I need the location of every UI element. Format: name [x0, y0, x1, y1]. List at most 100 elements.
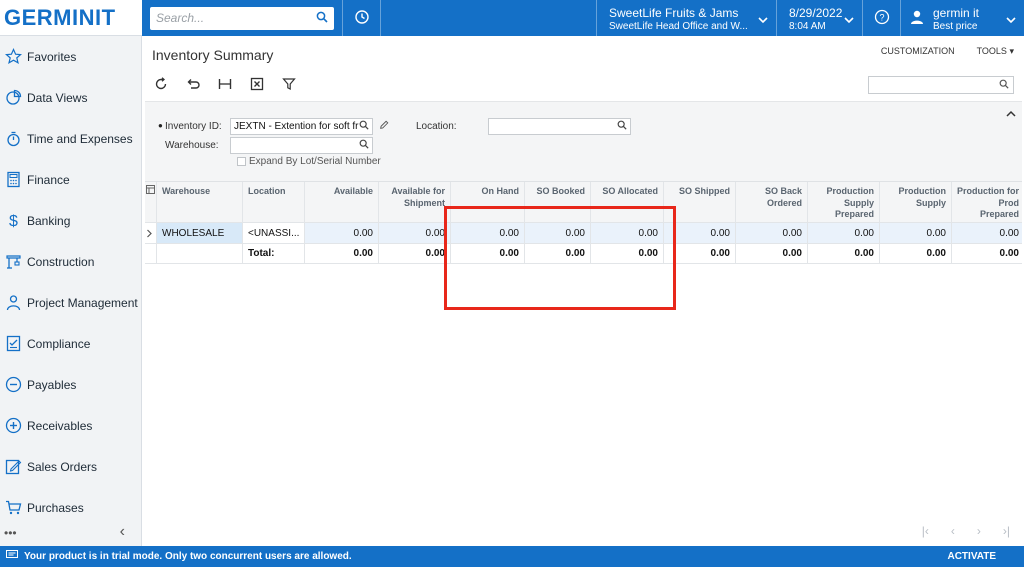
- warehouse-row: Warehouse:: [155, 137, 373, 154]
- table-row[interactable]: WHOLESALE <UNASSI... 0.00 0.00 0.00 0.00…: [145, 223, 1022, 244]
- column-chooser-icon[interactable]: [145, 182, 157, 222]
- cell-production-for-prod-prepared[interactable]: 0.00: [952, 223, 1024, 243]
- col-on-hand[interactable]: On Hand: [451, 182, 525, 222]
- dollar-icon: $: [4, 212, 22, 230]
- export-excel-button[interactable]: [248, 76, 266, 94]
- search-icon[interactable]: [359, 120, 369, 133]
- expand-lot-checkbox[interactable]: Expand By Lot/Serial Number: [237, 156, 381, 167]
- col-so-booked[interactable]: SO Booked: [525, 182, 591, 222]
- search-box[interactable]: [150, 6, 334, 30]
- cell-so-shipped[interactable]: 0.00: [664, 223, 736, 243]
- undo-button[interactable]: [184, 76, 202, 94]
- more-menu-button[interactable]: •••: [4, 526, 17, 540]
- plus-circle-icon: [4, 417, 22, 435]
- cell-location[interactable]: <UNASSI...: [243, 223, 305, 243]
- activate-button[interactable]: ACTIVATE: [947, 551, 996, 562]
- row-expand-icon[interactable]: [145, 223, 157, 243]
- recent-history-button[interactable]: [342, 0, 380, 36]
- col-so-shipped[interactable]: SO Shipped: [664, 182, 736, 222]
- total-so-shipped: 0.00: [664, 244, 736, 263]
- search-input[interactable]: [156, 11, 306, 25]
- total-on-hand: 0.00: [451, 244, 525, 263]
- expand-lot-label: Expand By Lot/Serial Number: [249, 156, 381, 167]
- cell-so-allocated[interactable]: 0.00: [591, 223, 664, 243]
- caret-down-icon: ▾: [1009, 46, 1014, 56]
- trial-banner: Your product is in trial mode. Only two …: [0, 546, 1024, 567]
- search-icon[interactable]: [316, 11, 328, 26]
- sidebar-item-banking[interactable]: $ Banking: [0, 200, 141, 241]
- sidebar-item-label: Payables: [27, 377, 77, 392]
- col-available-for-shipment[interactable]: Available for Shipment: [379, 182, 451, 222]
- sidebar-item-data-views[interactable]: Data Views: [0, 77, 141, 118]
- refresh-button[interactable]: [152, 76, 170, 94]
- col-so-back-ordered[interactable]: SO Back Ordered: [736, 182, 808, 222]
- user-name: germin it: [933, 6, 980, 20]
- col-available[interactable]: Available: [305, 182, 379, 222]
- date-selector[interactable]: 8/29/2022 8:04 AM: [776, 0, 862, 36]
- sidebar-item-sales-orders[interactable]: Sales Orders: [0, 446, 141, 487]
- last-page-button[interactable]: ›|: [1003, 524, 1010, 538]
- cell-production-supply[interactable]: 0.00: [880, 223, 952, 243]
- edit-icon[interactable]: [379, 120, 389, 133]
- sidebar-item-purchases[interactable]: Purchases: [0, 487, 141, 528]
- main-content: Inventory Summary CUSTOMIZATION TOOLS ▾ …: [143, 36, 1024, 546]
- prev-page-button[interactable]: ‹: [951, 524, 955, 538]
- cell-available[interactable]: 0.00: [305, 223, 379, 243]
- sidebar-item-project-management[interactable]: Project Management: [0, 282, 141, 323]
- col-production-supply-prepared[interactable]: Production Supply Prepared: [808, 182, 880, 222]
- sidebar-item-label: Compliance: [27, 336, 91, 351]
- sidebar-item-payables[interactable]: Payables: [0, 364, 141, 405]
- customization-button[interactable]: CUSTOMIZATION: [881, 46, 955, 57]
- help-button[interactable]: ?: [862, 0, 900, 36]
- chevron-up-icon[interactable]: [1006, 106, 1016, 120]
- cell-warehouse[interactable]: WHOLESALE: [157, 223, 243, 243]
- first-page-button[interactable]: |‹: [922, 524, 929, 538]
- cell-on-hand[interactable]: 0.00: [451, 223, 525, 243]
- location-field[interactable]: [488, 118, 631, 135]
- col-production-for-prod-prepared[interactable]: Production for Prod Prepared: [952, 182, 1024, 222]
- page-actions: CUSTOMIZATION TOOLS ▾: [881, 46, 1014, 57]
- expand-lot-row: Expand By Lot/Serial Number: [237, 156, 381, 167]
- col-location[interactable]: Location: [243, 182, 305, 222]
- refresh-icon: [154, 76, 168, 94]
- logo[interactable]: GERMINIT: [0, 0, 142, 36]
- company-selector[interactable]: SweetLife Fruits & Jams SweetLife Head O…: [596, 0, 776, 36]
- total-so-back-ordered: 0.00: [736, 244, 808, 263]
- search-icon: [999, 78, 1009, 92]
- search-icon[interactable]: [617, 120, 627, 133]
- collapse-sidebar-button[interactable]: ‹: [120, 524, 125, 540]
- sidebar-item-receivables[interactable]: Receivables: [0, 405, 141, 446]
- sidebar-item-label: Data Views: [27, 90, 88, 105]
- topbar-spacer: [380, 0, 596, 36]
- cell-so-back-ordered[interactable]: 0.00: [736, 223, 808, 243]
- history-icon: [354, 9, 370, 28]
- grid-search-input[interactable]: [868, 76, 1014, 94]
- next-page-button[interactable]: ›: [977, 524, 981, 538]
- warehouse-label: Warehouse:: [165, 140, 219, 151]
- warehouse-field[interactable]: [230, 137, 373, 154]
- total-so-allocated: 0.00: [591, 244, 664, 263]
- filter-button[interactable]: [280, 76, 298, 94]
- sidebar-item-label: Banking: [27, 213, 71, 228]
- sidebar-item-label: Sales Orders: [27, 459, 98, 474]
- col-warehouse[interactable]: Warehouse: [157, 182, 243, 222]
- sidebar-item-construction[interactable]: Construction: [0, 241, 141, 282]
- cell-so-booked[interactable]: 0.00: [525, 223, 591, 243]
- sidebar-item-time-and-expenses[interactable]: Time and Expenses: [0, 118, 141, 159]
- search-icon[interactable]: [359, 139, 369, 152]
- col-production-supply[interactable]: Production Supply: [880, 182, 952, 222]
- cell-production-supply-prepared[interactable]: 0.00: [808, 223, 880, 243]
- sidebar-item-compliance[interactable]: Compliance: [0, 323, 141, 364]
- inventory-id-field[interactable]: JEXTN - Extention for soft fru: [230, 118, 373, 135]
- fit-columns-button[interactable]: [216, 76, 234, 94]
- sidebar-item-finance[interactable]: Finance: [0, 159, 141, 200]
- cell-available-for-shipment[interactable]: 0.00: [379, 223, 451, 243]
- minus-circle-icon: [4, 376, 22, 394]
- user-menu[interactable]: germin it Best price: [900, 0, 1024, 36]
- stopwatch-icon: [4, 130, 22, 148]
- top-bar: GERMINIT SweetLife Fruits & Jams SweetLi…: [0, 0, 1024, 36]
- fit-width-icon: [218, 77, 232, 94]
- col-so-allocated[interactable]: SO Allocated: [591, 182, 664, 222]
- sidebar-item-favorites[interactable]: Favorites: [0, 36, 141, 77]
- tools-menu-button[interactable]: TOOLS ▾: [977, 46, 1014, 57]
